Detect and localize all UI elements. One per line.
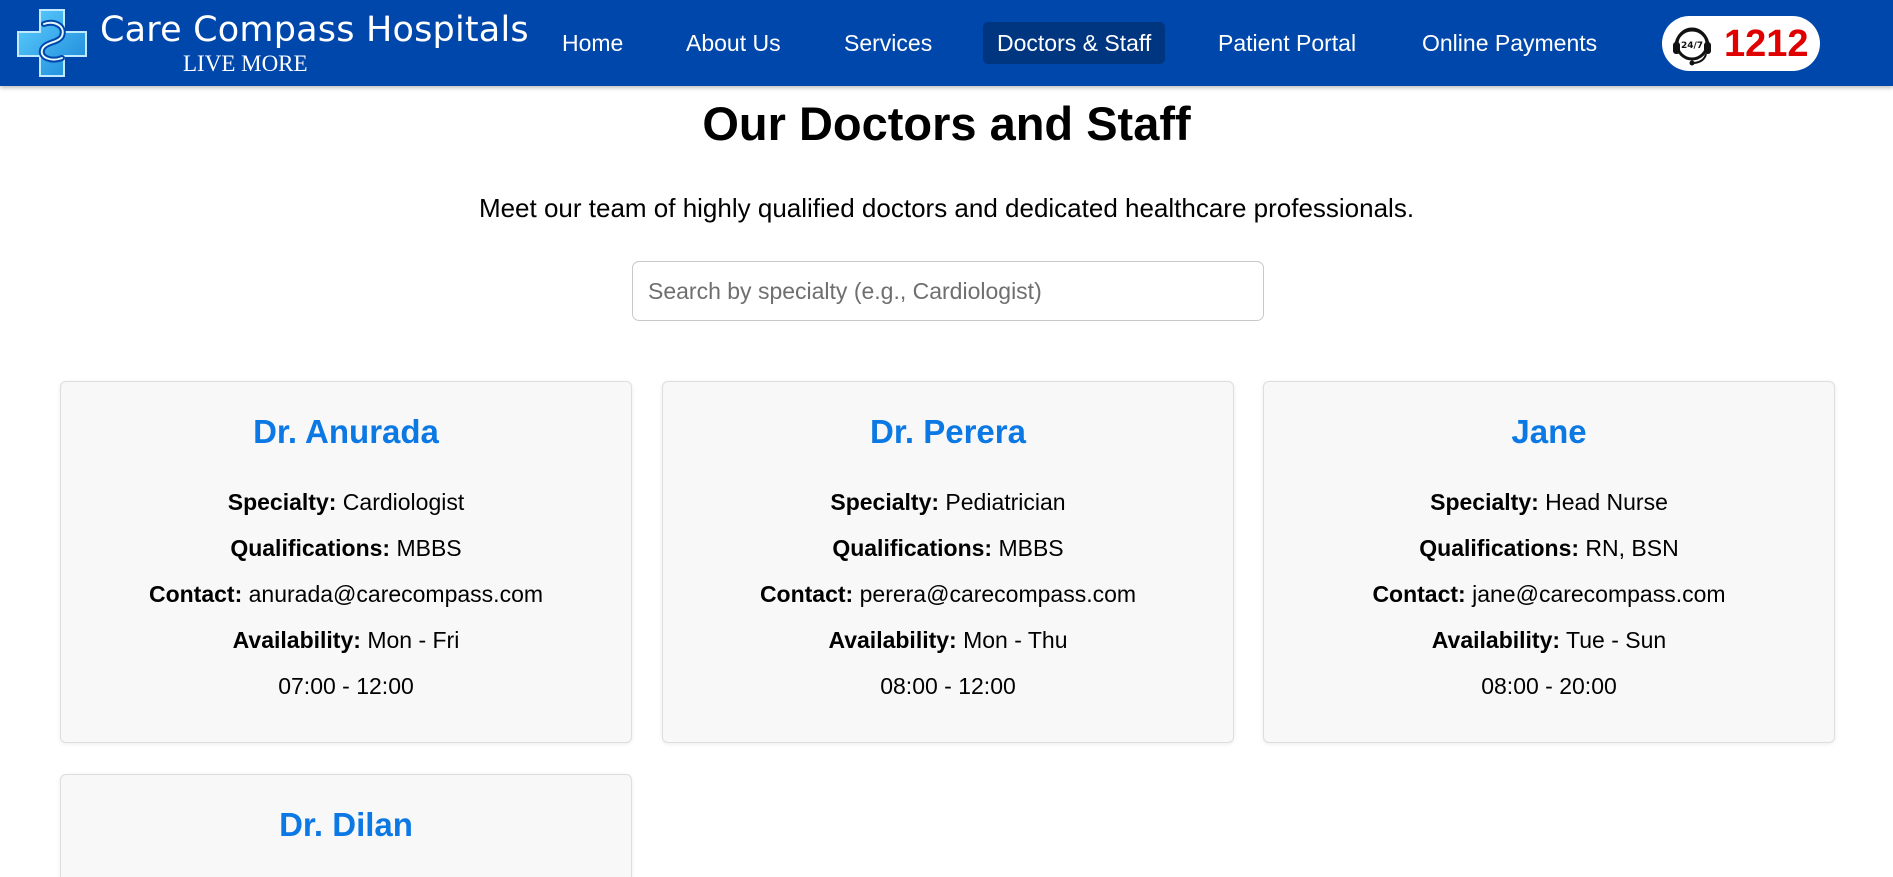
staff-name: Dr. Perera: [870, 413, 1026, 450]
top-navbar: Care Compass Hospitals LIVE MORE Home Ab…: [0, 0, 1893, 86]
qualifications-label: Qualifications:: [230, 535, 391, 561]
contact-row: Contact: jane@carecompass.com: [1264, 580, 1834, 608]
brand-name: Care Compass Hospitals: [100, 10, 529, 50]
qualifications-value: RN, BSN: [1585, 535, 1679, 561]
hotline-badge[interactable]: 24/7 1212: [1662, 16, 1820, 71]
contact-label: Contact:: [148, 581, 243, 607]
availability-label: Availability:: [232, 627, 361, 653]
staff-name: Jane: [1511, 413, 1587, 450]
nav-home[interactable]: Home: [548, 22, 637, 64]
specialty-row: Specialty: Head Nurse: [1264, 488, 1834, 516]
nav-about-us[interactable]: About Us: [672, 22, 795, 64]
contact-label: Contact:: [759, 581, 854, 607]
staff-card: Dr. Anurada Specialty: Cardiologist Qual…: [60, 381, 632, 743]
specialty-label: Specialty:: [830, 489, 940, 515]
qualifications-row: Qualifications: MBBS: [663, 534, 1233, 562]
availability-row: Availability: Mon - Fri: [61, 626, 631, 654]
availability-hours: 08:00 - 20:00: [1481, 673, 1617, 699]
staff-card: Dr. Dilan: [60, 774, 632, 877]
staff-card: Dr. Perera Specialty: Pediatrician Quali…: [662, 381, 1234, 743]
availability-label: Availability:: [1431, 627, 1561, 653]
staff-name: Dr. Dilan: [279, 806, 413, 843]
specialty-label: Specialty:: [1430, 489, 1539, 515]
brand-tagline: LIVE MORE: [183, 51, 308, 76]
specialty-label: Specialty:: [227, 489, 337, 515]
nav-services[interactable]: Services: [830, 22, 946, 64]
qualifications-value: MBBS: [998, 535, 1064, 561]
qualifications-row: Qualifications: MBBS: [61, 534, 631, 562]
medical-cross-logo-icon: [17, 9, 87, 77]
specialty-value: Head Nurse: [1545, 489, 1668, 515]
availability-days: Mon - Thu: [963, 627, 1068, 653]
hotline-icon-text: 24/7: [1681, 41, 1703, 51]
nav-online-payments[interactable]: Online Payments: [1408, 22, 1611, 64]
staff-card: Jane Specialty: Head Nurse Qualification…: [1263, 381, 1835, 743]
qualifications-value: MBBS: [396, 535, 462, 561]
24-7-support-icon: 24/7: [1673, 27, 1711, 65]
contact-row: Contact: anurada@carecompass.com: [61, 580, 631, 608]
availability-label: Availability:: [828, 627, 957, 653]
specialty-search-input[interactable]: [632, 261, 1264, 321]
qualifications-label: Qualifications:: [1419, 535, 1580, 561]
staff-name: Dr. Anurada: [253, 413, 439, 450]
availability-row: Availability: Tue - Sun: [1264, 626, 1834, 654]
availability-hours: 07:00 - 12:00: [278, 673, 414, 699]
nav-doctors-staff[interactable]: Doctors & Staff: [983, 22, 1166, 64]
page-subtitle: Meet our team of highly qualified doctor…: [478, 193, 1415, 223]
specialty-row: Specialty: Cardiologist: [61, 488, 631, 516]
contact-value: jane@carecompass.com: [1472, 581, 1726, 607]
brand: Care Compass Hospitals LIVE MORE: [100, 10, 529, 76]
contact-label: Contact:: [1372, 581, 1466, 607]
nav-patient-portal[interactable]: Patient Portal: [1204, 22, 1370, 64]
specialty-value: Pediatrician: [945, 489, 1066, 515]
page-title: Our Doctors and Staff: [702, 97, 1191, 150]
availability-row: Availability: Mon - Thu: [663, 626, 1233, 654]
qualifications-row: Qualifications: RN, BSN: [1264, 534, 1834, 562]
availability-hours: 08:00 - 12:00: [880, 673, 1016, 699]
qualifications-label: Qualifications:: [832, 535, 993, 561]
contact-value: anurada@carecompass.com: [248, 581, 544, 607]
availability-days: Tue - Sun: [1566, 627, 1667, 653]
availability-days: Mon - Fri: [367, 627, 460, 653]
contact-value: perera@carecompass.com: [859, 581, 1137, 607]
contact-row: Contact: perera@carecompass.com: [663, 580, 1233, 608]
specialty-row: Specialty: Pediatrician: [663, 488, 1233, 516]
hotline-number: 1212: [1724, 22, 1809, 65]
logo[interactable]: [14, 6, 90, 80]
specialty-value: Cardiologist: [342, 489, 465, 515]
